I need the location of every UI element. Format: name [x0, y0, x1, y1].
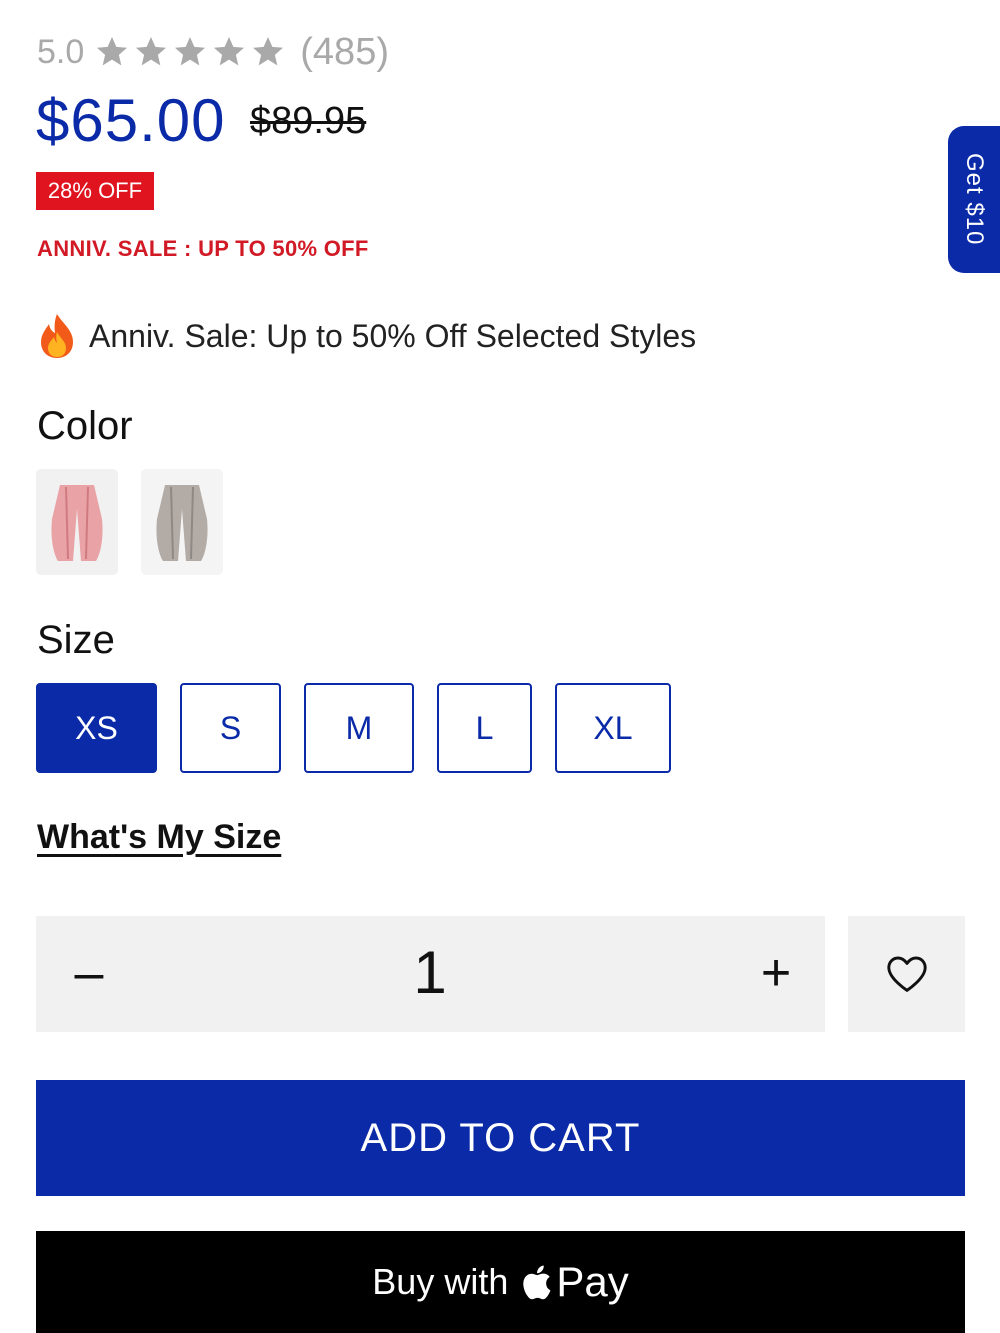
size-option-m[interactable]: M	[304, 683, 414, 773]
get-10-label: Get $10	[961, 153, 988, 246]
star-rating	[94, 34, 286, 70]
current-price: $65.00	[36, 87, 226, 154]
rating-summary[interactable]: 5.0 (485)	[37, 28, 389, 76]
star-icon	[253, 37, 284, 66]
get-10-side-tab[interactable]: Get $10	[948, 126, 1000, 273]
quantity-value[interactable]: 1	[395, 938, 465, 1007]
rating-score: 5.0	[37, 32, 85, 71]
size-guide-link[interactable]: What's My Size	[37, 818, 281, 857]
star-icon	[136, 37, 167, 66]
size-option-s[interactable]: S	[180, 683, 281, 773]
add-to-cart-button[interactable]: ADD TO CART	[36, 1080, 965, 1196]
apple-pay-button[interactable]: Buy with Pay	[36, 1231, 965, 1333]
apple-pay-word: Pay	[556, 1258, 629, 1305]
promo-banner: Anniv. Sale: Up to 50% Off Selected Styl…	[37, 312, 696, 360]
star-icon	[214, 37, 245, 66]
size-option-xl[interactable]: XL	[555, 683, 671, 773]
size-label: Size	[37, 618, 115, 662]
color-swatch-pink[interactable]	[36, 469, 118, 575]
heart-icon	[886, 956, 927, 992]
review-count[interactable]: (485)	[300, 31, 389, 74]
sale-announcement: ANNIV. SALE : UP TO 50% OFF	[37, 236, 369, 261]
product-thumbnail-grey	[156, 485, 208, 561]
quantity-increment-button[interactable]: +	[748, 940, 804, 1006]
star-icon	[175, 37, 206, 66]
discount-badge: 28% OFF	[36, 172, 154, 210]
color-swatch-grey[interactable]	[141, 469, 223, 575]
size-option-xs[interactable]: XS	[36, 683, 157, 773]
promo-text: Anniv. Sale: Up to 50% Off Selected Styl…	[89, 317, 697, 354]
product-thumbnail-pink	[51, 485, 103, 561]
compare-at-price: $89.95	[250, 100, 367, 142]
size-option-l[interactable]: L	[437, 683, 532, 773]
star-icon	[97, 37, 128, 66]
fire-icon	[41, 314, 73, 358]
color-label: Color	[37, 404, 133, 448]
quantity-decrement-button[interactable]: –	[64, 940, 114, 1006]
apple-pay-prefix: Buy with	[372, 1261, 509, 1302]
wishlist-button[interactable]	[848, 916, 965, 1032]
apple-logo-icon	[523, 1265, 551, 1300]
